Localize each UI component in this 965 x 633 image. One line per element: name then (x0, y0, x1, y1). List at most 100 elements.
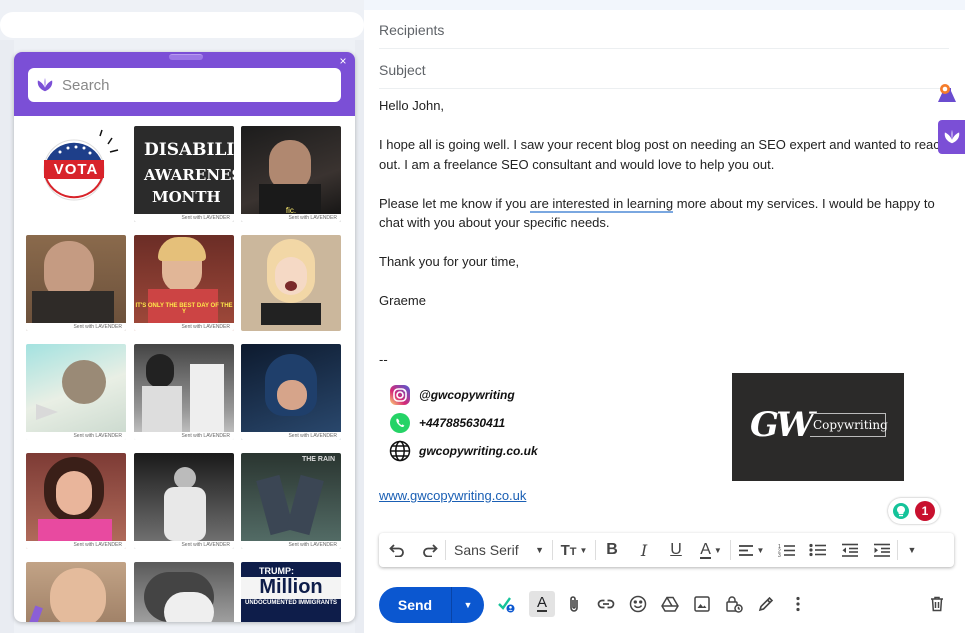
send-options-button[interactable]: ▼ (452, 600, 484, 610)
gif-figure (269, 140, 311, 190)
sender-name: Graeme (379, 293, 426, 308)
gif-item[interactable]: THE RAIN Sent with LAVENDER (241, 453, 341, 549)
text-color-button[interactable]: A ▼ (692, 533, 730, 567)
bulleted-list-button[interactable] (801, 533, 833, 567)
indent-less-icon (841, 543, 858, 557)
indent-less-button[interactable] (833, 533, 865, 567)
text-size-icon: TT (560, 541, 577, 559)
insert-photo-button[interactable] (691, 593, 713, 615)
chevron-down-icon: ▼ (535, 545, 544, 555)
gif-search-input[interactable] (62, 76, 322, 94)
formatting-options-button[interactable]: A (529, 591, 555, 617)
gif-item[interactable]: VOTA (26, 126, 126, 222)
screen: × VOTA (0, 0, 965, 633)
more-options-button[interactable] (787, 593, 809, 615)
gif-text-line2: Million (259, 576, 323, 598)
gif-item[interactable] (26, 562, 126, 622)
pen-icon (758, 596, 774, 612)
gif-item[interactable]: TRUMP: Million UNDOCUMENTED IMMIGRANTS (241, 562, 341, 622)
grammarly-badge[interactable]: 1 (888, 498, 940, 524)
bold-icon: B (606, 541, 618, 558)
gif-item[interactable]: fic. Sent with LAVENDER (241, 126, 341, 222)
italic-button[interactable]: I (628, 533, 660, 567)
text-format-icon: A (536, 594, 547, 612)
bulleted-list-icon (808, 543, 826, 557)
gif-caption: Sent with LAVENDER (134, 323, 234, 331)
logo-text: Copywriting (813, 418, 888, 432)
undo-button[interactable] (379, 533, 415, 567)
play-icon[interactable] (36, 404, 58, 420)
align-button[interactable]: ▼ (731, 533, 771, 567)
link-icon (597, 599, 615, 609)
font-family-label: Sans Serif (454, 542, 519, 558)
drag-handle[interactable] (169, 54, 203, 60)
lavender-extension-tab[interactable] (938, 120, 965, 154)
trash-icon (931, 596, 943, 612)
gif-figure (164, 487, 206, 541)
lavender-logo-icon (37, 77, 53, 92)
redo-button[interactable] (415, 533, 445, 567)
whatsapp-icon (389, 412, 411, 434)
discard-draft-button[interactable] (926, 593, 948, 615)
insert-link-button[interactable] (595, 593, 617, 615)
lavender-logo-icon (944, 129, 959, 144)
gif-figure (142, 386, 182, 432)
redo-icon (423, 544, 438, 557)
gif-overlay-text: IT'S ONLY THE BEST DAY OF THE Y (135, 303, 233, 315)
gif-text: VOTA (53, 161, 99, 178)
confidential-mode-button[interactable] (723, 593, 745, 615)
suggestion-count: 1 (915, 501, 935, 521)
signature-divider: -- (379, 352, 388, 367)
attach-file-button[interactable] (563, 593, 585, 615)
bold-button[interactable]: B (596, 533, 628, 567)
undo-icon (389, 544, 404, 557)
insert-signature-button[interactable] (755, 593, 777, 615)
website-link[interactable]: www.gwcopywriting.co.uk (379, 488, 526, 503)
indent-more-button[interactable] (865, 533, 897, 567)
gif-caption: Sent with LAVENDER (134, 432, 234, 440)
indent-more-icon (873, 543, 890, 557)
gif-item[interactable]: DISABILITY AWARENESS MONTH Sent with LAV… (134, 126, 234, 222)
flask-icon (938, 84, 956, 102)
gif-item[interactable]: Sent with LAVENDER (134, 344, 234, 440)
gif-figure (26, 605, 43, 622)
gif-figure (164, 592, 214, 622)
gif-item[interactable]: Sent with LAVENDER (134, 453, 234, 549)
website-text: gwcopywriting.co.uk (419, 444, 538, 458)
gif-caption: Sent with LAVENDER (26, 432, 126, 440)
numbered-list-icon: 123 (778, 544, 795, 557)
gif-picker-panel: × VOTA (14, 52, 355, 622)
font-family-select[interactable]: Sans Serif ▼ (446, 533, 552, 567)
recipients-field[interactable]: Recipients (379, 11, 949, 49)
lightbulb-icon (893, 503, 909, 519)
send-button[interactable]: Send (379, 597, 451, 613)
gif-item[interactable]: IT'S ONLY THE BEST DAY OF THE Y Sent wit… (134, 235, 234, 331)
gif-item[interactable]: Sent with LAVENDER (26, 235, 126, 331)
gif-item[interactable] (241, 235, 341, 331)
sidekick-extension-icon[interactable] (934, 82, 960, 108)
globe-icon (389, 440, 411, 462)
logo-mark: GW (750, 405, 814, 445)
paperclip-icon (570, 596, 578, 612)
numbered-list-button[interactable]: 123 (771, 533, 801, 567)
photo-icon (694, 596, 710, 612)
font-size-button[interactable]: TT ▼ (553, 533, 595, 567)
message-body[interactable]: Hello John, I hope all is going well. I … (379, 96, 949, 311)
gif-item[interactable]: Sent with LAVENDER (241, 344, 341, 440)
gif-item[interactable]: Sent with LAVENDER (26, 344, 126, 440)
more-formatting-button[interactable]: ▼ (898, 533, 926, 567)
grammar-suggestion[interactable]: are interested in learning (530, 195, 674, 213)
search-bar-background[interactable] (0, 12, 364, 38)
grammarly-check-button[interactable] (495, 593, 517, 615)
insert-emoji-button[interactable] (627, 593, 649, 615)
gif-item[interactable] (134, 562, 234, 622)
gif-search-box[interactable] (28, 68, 341, 102)
paragraph-2: Please let me know if you are interested… (379, 194, 949, 233)
insert-drive-file-button[interactable] (659, 593, 681, 615)
gif-figure (285, 281, 297, 291)
gif-item[interactable]: Sent with LAVENDER (26, 453, 126, 549)
gif-caption: Sent with LAVENDER (241, 214, 341, 222)
close-icon[interactable]: × (337, 54, 349, 68)
subject-field[interactable]: Subject (379, 51, 949, 89)
underline-button[interactable]: U (660, 533, 692, 567)
